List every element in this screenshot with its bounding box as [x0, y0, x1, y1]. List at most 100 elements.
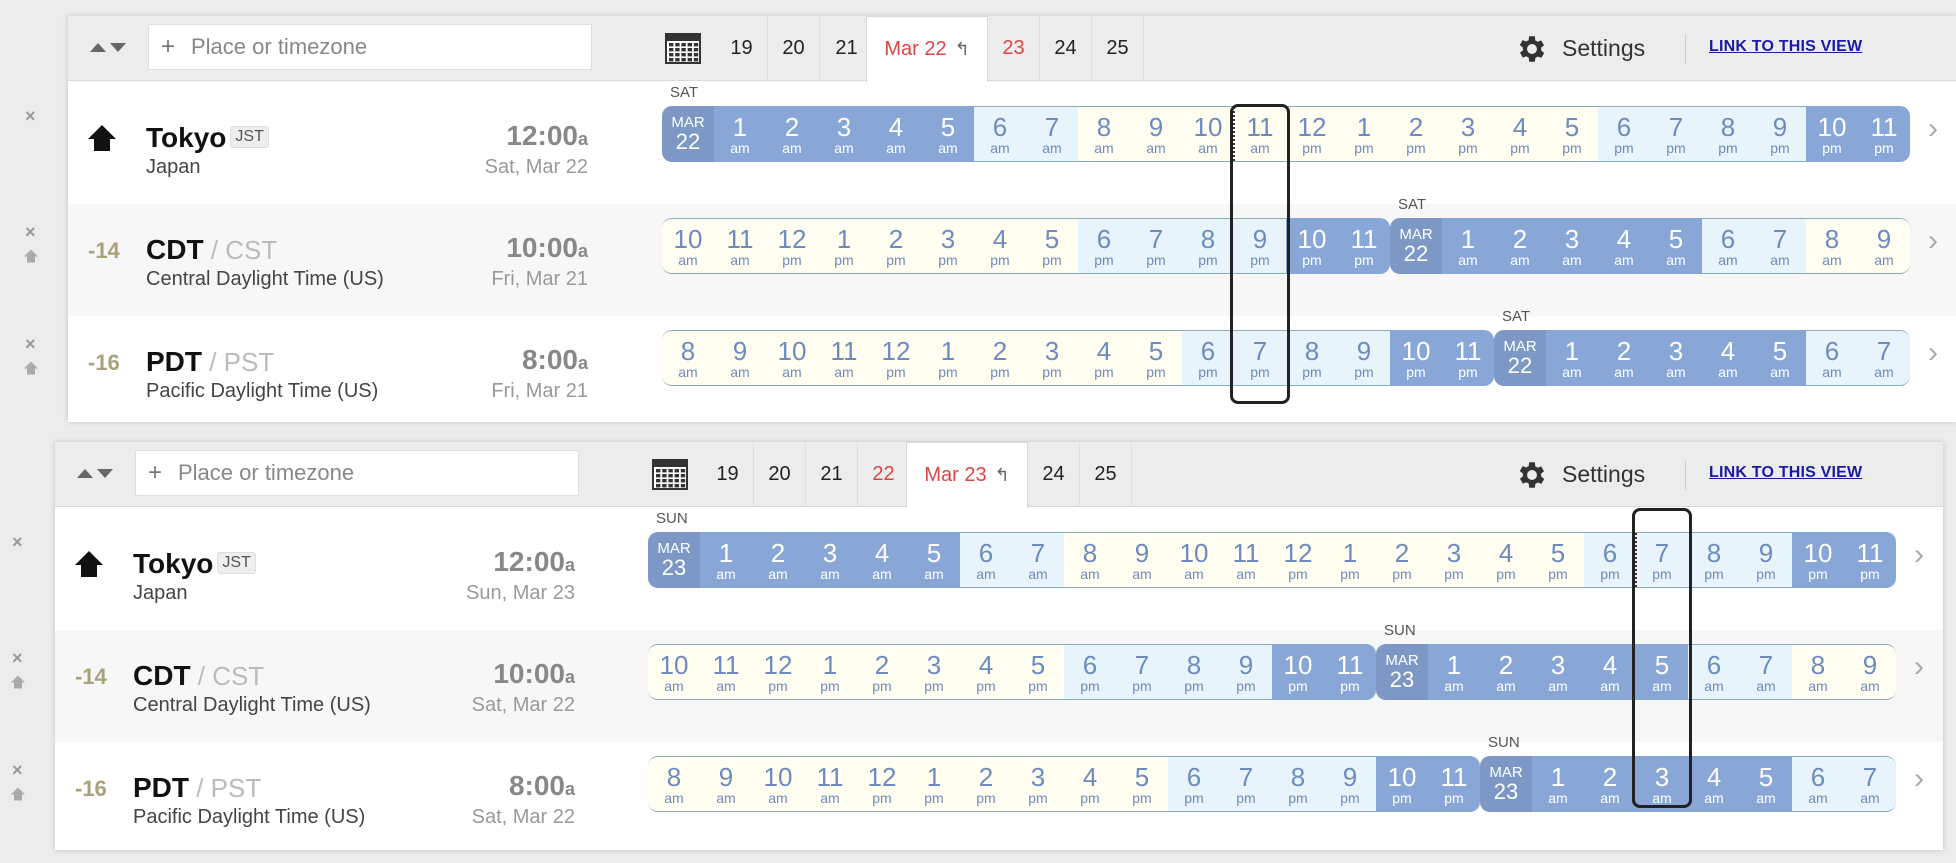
- hour-cell[interactable]: 8 pm: [1702, 106, 1754, 162]
- hour-cell[interactable]: 5 am: [1740, 756, 1792, 812]
- hour-cell[interactable]: 5 am: [908, 532, 960, 588]
- hour-cell[interactable]: 8 pm: [1286, 330, 1338, 386]
- link-to-view[interactable]: LINK TO THIS VIEW: [1709, 464, 1862, 482]
- hour-strip[interactable]: 10 am 11 am 12 pm 1 pm 2 pm 3 pm 4 pm 5 pm 6 pm 7 pm 8 pm 9 pm 1…: [648, 644, 1896, 700]
- hour-cell[interactable]: 10 am: [1182, 106, 1234, 162]
- hour-cell[interactable]: 5 am: [922, 106, 974, 162]
- hour-cell[interactable]: 6 pm: [1584, 532, 1636, 588]
- hour-cell[interactable]: MAR 22: [1390, 218, 1442, 274]
- close-icon[interactable]: ×: [25, 222, 36, 243]
- hour-cell[interactable]: 1 pm: [818, 218, 870, 274]
- date-tab-0[interactable]: 19: [716, 16, 768, 80]
- hour-cell[interactable]: 12 pm: [856, 756, 908, 812]
- hour-cell[interactable]: 3 pm: [922, 218, 974, 274]
- hour-cell[interactable]: 5 pm: [1012, 644, 1064, 700]
- hour-cell[interactable]: 8 am: [1078, 106, 1130, 162]
- hour-cell[interactable]: 3 pm: [1442, 106, 1494, 162]
- hour-cell[interactable]: 2 am: [752, 532, 804, 588]
- hour-cell[interactable]: 3 am: [804, 532, 856, 588]
- search-box[interactable]: +: [135, 450, 579, 496]
- set-home-icon[interactable]: [23, 360, 39, 381]
- close-icon[interactable]: ×: [12, 532, 23, 553]
- hour-cell[interactable]: 3 pm: [908, 644, 960, 700]
- hour-cell[interactable]: 7 am: [1754, 218, 1806, 274]
- hour-cell[interactable]: 2 pm: [1390, 106, 1442, 162]
- hour-cell[interactable]: MAR 23: [648, 532, 700, 588]
- hour-cell[interactable]: 9 am: [1844, 644, 1896, 700]
- hour-cell[interactable]: 4 am: [1598, 218, 1650, 274]
- date-tab-5[interactable]: 24: [1040, 16, 1092, 80]
- hour-cell[interactable]: 5 pm: [1546, 106, 1598, 162]
- search-input[interactable]: [178, 451, 568, 495]
- hour-cell[interactable]: 10 pm: [1792, 532, 1844, 588]
- hour-cell[interactable]: 10 am: [662, 218, 714, 274]
- hour-cell[interactable]: 2 pm: [1376, 532, 1428, 588]
- hour-cell[interactable]: 9 pm: [1754, 106, 1806, 162]
- chevron-right-icon[interactable]: ›: [1914, 762, 1924, 796]
- hour-cell[interactable]: 11 pm: [1844, 532, 1896, 588]
- date-tab-6[interactable]: 25: [1080, 442, 1132, 506]
- hour-cell[interactable]: 6 pm: [1168, 756, 1220, 812]
- hour-cell[interactable]: 9 am: [1858, 218, 1910, 274]
- chevron-right-icon[interactable]: ›: [1928, 112, 1938, 146]
- hour-cell[interactable]: 6 am: [974, 106, 1026, 162]
- hour-cell[interactable]: 8 am: [1806, 218, 1858, 274]
- hour-cell[interactable]: 5 am: [1650, 218, 1702, 274]
- hour-cell[interactable]: 5 pm: [1026, 218, 1078, 274]
- date-tab-4[interactable]: Mar 23 ↰: [906, 442, 1028, 508]
- hour-cell[interactable]: 2 am: [1584, 756, 1636, 812]
- hour-cell[interactable]: 8 am: [1792, 644, 1844, 700]
- search-box[interactable]: +: [148, 24, 592, 70]
- hour-cell[interactable]: 7 pm: [1116, 644, 1168, 700]
- date-tab-5[interactable]: 24: [1028, 442, 1080, 506]
- chevron-right-icon[interactable]: ›: [1914, 538, 1924, 572]
- hour-cell[interactable]: 10 pm: [1272, 644, 1324, 700]
- hour-cell[interactable]: 12 pm: [752, 644, 804, 700]
- hour-cell[interactable]: 3 am: [1546, 218, 1598, 274]
- hour-cell[interactable]: 7 am: [1858, 330, 1910, 386]
- hour-cell[interactable]: 10 am: [766, 330, 818, 386]
- date-tab-1[interactable]: 20: [754, 442, 806, 506]
- hour-strip[interactable]: 8 am 9 am 10 am 11 am 12 pm 1 pm 2 pm 3 pm 4 pm 5 pm 6 pm 7 pm 8…: [648, 756, 1896, 812]
- hour-cell[interactable]: 1 am: [714, 106, 766, 162]
- hour-cell[interactable]: 11 pm: [1858, 106, 1910, 162]
- hour-cell[interactable]: 8 am: [662, 330, 714, 386]
- date-tab-3[interactable]: 22: [858, 442, 910, 506]
- selected-hour-box[interactable]: [1632, 508, 1692, 808]
- chevron-right-icon[interactable]: ›: [1928, 224, 1938, 258]
- search-input[interactable]: [191, 25, 581, 69]
- hour-cell[interactable]: 7 am: [1026, 106, 1078, 162]
- hour-cell[interactable]: 8 pm: [1182, 218, 1234, 274]
- hour-cell[interactable]: 4 pm: [1064, 756, 1116, 812]
- hour-cell[interactable]: 2 pm: [960, 756, 1012, 812]
- close-icon[interactable]: ×: [12, 760, 23, 781]
- hour-cell[interactable]: 4 am: [1688, 756, 1740, 812]
- hour-strip[interactable]: MAR 23 1 am 2 am 3 am 4 am 5 am 6 am 7 am 8 am 9 am 10 am 11 am…: [648, 532, 1896, 588]
- hour-cell[interactable]: 11 am: [714, 218, 766, 274]
- set-home-icon[interactable]: [10, 674, 26, 695]
- hour-cell[interactable]: 1 am: [1428, 644, 1480, 700]
- hour-cell[interactable]: 7 pm: [1220, 756, 1272, 812]
- sort-arrows-icon[interactable]: [88, 40, 128, 60]
- hour-cell[interactable]: 4 pm: [1480, 532, 1532, 588]
- hour-cell[interactable]: 1 pm: [1338, 106, 1390, 162]
- close-icon[interactable]: ×: [12, 648, 23, 669]
- hour-cell[interactable]: 10 pm: [1390, 330, 1442, 386]
- hour-cell[interactable]: 8 am: [648, 756, 700, 812]
- hour-cell[interactable]: 4 am: [856, 532, 908, 588]
- hour-cell[interactable]: 3 pm: [1428, 532, 1480, 588]
- hour-cell[interactable]: 10 pm: [1806, 106, 1858, 162]
- hour-cell[interactable]: 12 pm: [766, 218, 818, 274]
- set-home-icon[interactable]: [23, 248, 39, 269]
- hour-cell[interactable]: 2 am: [1598, 330, 1650, 386]
- close-icon[interactable]: ×: [25, 334, 36, 355]
- hour-cell[interactable]: 10 pm: [1376, 756, 1428, 812]
- hour-cell[interactable]: 1 pm: [804, 644, 856, 700]
- date-tab-4[interactable]: 23: [988, 16, 1040, 80]
- hour-cell[interactable]: 6 am: [1702, 218, 1754, 274]
- hour-cell[interactable]: 9 am: [1116, 532, 1168, 588]
- hour-cell[interactable]: 1 am: [700, 532, 752, 588]
- hour-cell[interactable]: 7 am: [1012, 532, 1064, 588]
- hour-cell[interactable]: 4 am: [1584, 644, 1636, 700]
- link-to-view[interactable]: LINK TO THIS VIEW: [1709, 38, 1862, 56]
